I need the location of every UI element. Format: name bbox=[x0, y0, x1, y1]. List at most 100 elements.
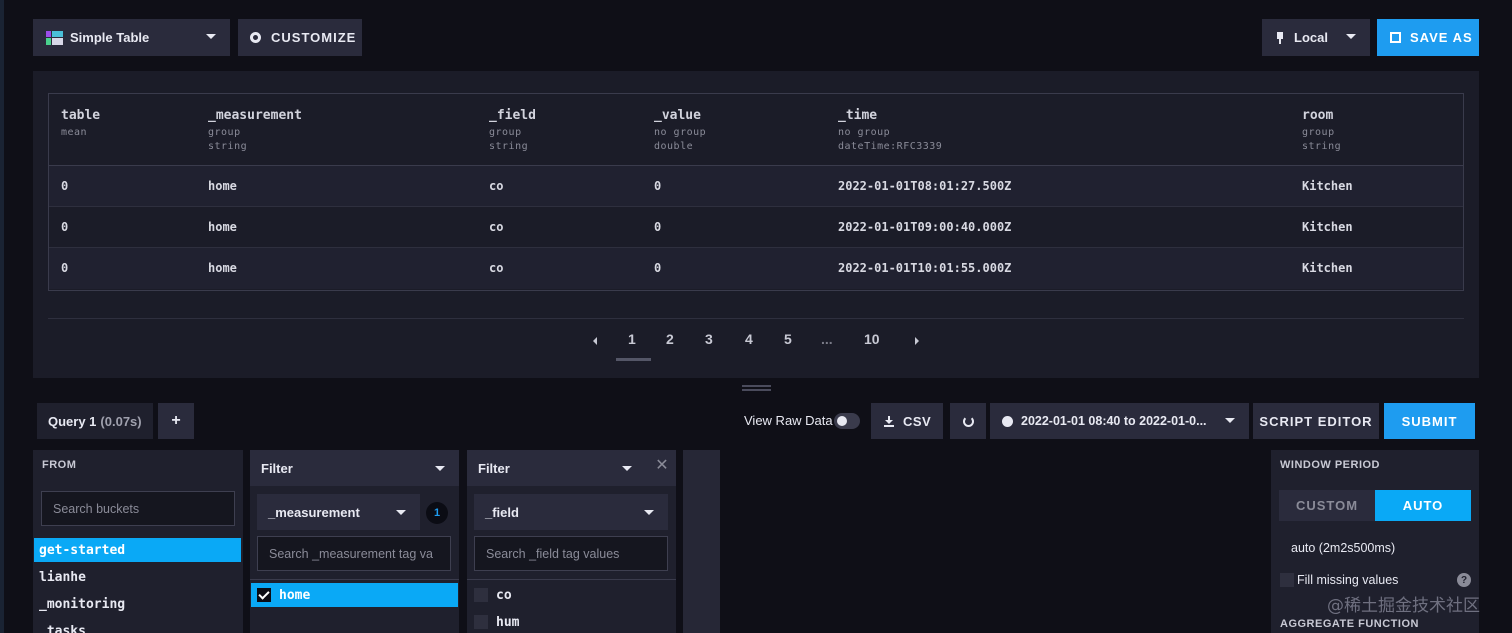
chevron-down-icon bbox=[435, 466, 445, 471]
table-cell: Kitchen bbox=[1302, 179, 1353, 193]
filter-function-dropdown[interactable]: Filter bbox=[467, 450, 676, 486]
close-icon[interactable]: ✕ bbox=[655, 458, 669, 474]
search-measurement-input[interactable]: Search _measurement tag va bbox=[257, 536, 451, 571]
search-buckets-input[interactable]: Search buckets bbox=[41, 491, 235, 526]
page-button[interactable]: 1 bbox=[628, 331, 636, 347]
refresh-button[interactable] bbox=[950, 403, 986, 439]
table-cell: 0 bbox=[654, 261, 662, 275]
view-raw-data-toggle[interactable] bbox=[834, 413, 860, 429]
timezone-label: Local bbox=[1294, 30, 1328, 45]
column-header-name[interactable]: _value bbox=[654, 108, 701, 123]
csv-download-button[interactable]: CSV bbox=[871, 403, 943, 439]
column-group-label: group bbox=[208, 127, 241, 138]
table-icon bbox=[46, 31, 63, 45]
chevron-left-icon[interactable] bbox=[593, 337, 597, 345]
table-cell: Kitchen bbox=[1302, 220, 1353, 234]
tag-value-label: co bbox=[496, 587, 512, 603]
chevron-right-icon[interactable] bbox=[915, 337, 919, 345]
page-button[interactable]: 3 bbox=[705, 331, 713, 347]
column-group-label: no group bbox=[838, 127, 891, 138]
window-period-auto-button[interactable]: AUTO bbox=[1375, 490, 1471, 521]
column-header-name[interactable]: _measurement bbox=[208, 108, 302, 123]
chevron-down-icon bbox=[1346, 34, 1356, 39]
tag-key-dropdown[interactable]: _field bbox=[474, 494, 668, 530]
table-cell: 0 bbox=[61, 220, 69, 234]
table-cell: 2022-01-01T09:00:40.000Z bbox=[838, 220, 1012, 234]
download-icon bbox=[884, 415, 894, 427]
refresh-icon bbox=[962, 415, 974, 427]
filter-title: Filter bbox=[478, 460, 510, 476]
from-title: FROM bbox=[42, 459, 77, 471]
query-tab[interactable]: Query 1 (0.07s) bbox=[37, 403, 153, 439]
submit-button[interactable]: SUBMIT bbox=[1384, 403, 1475, 439]
chevron-down-icon bbox=[644, 510, 654, 515]
table-cell: co bbox=[489, 179, 504, 193]
tag-value-item[interactable]: hum bbox=[468, 610, 675, 633]
add-query-button[interactable]: + bbox=[158, 403, 194, 439]
column-type-label: dateTime:RFC3339 bbox=[838, 141, 943, 152]
tag-value-item[interactable]: co bbox=[468, 583, 675, 607]
empty-builder-column bbox=[683, 450, 720, 633]
filter-function-dropdown[interactable]: Filter bbox=[250, 450, 459, 486]
fill-missing-checkbox[interactable] bbox=[1280, 573, 1294, 587]
column-type-label: string bbox=[1302, 141, 1342, 152]
export-icon bbox=[1390, 32, 1401, 43]
chevron-down-icon bbox=[206, 34, 216, 39]
column-group-label: group bbox=[1302, 127, 1335, 138]
table-row: 0 home co 0 2022-01-01T10:01:55.000Z Kitchen bbox=[49, 248, 1463, 289]
table-cell: Kitchen bbox=[1302, 261, 1353, 275]
column-type-label: string bbox=[489, 141, 529, 152]
tag-value-item[interactable]: home bbox=[251, 583, 458, 607]
window-period-custom-button[interactable]: CUSTOM bbox=[1279, 490, 1375, 521]
page-button[interactable]: 10 bbox=[864, 331, 880, 347]
checkbox[interactable] bbox=[474, 615, 488, 629]
active-page-indicator bbox=[616, 358, 651, 361]
column-header-name[interactable]: _field bbox=[489, 108, 536, 123]
page-button[interactable]: 5 bbox=[784, 331, 792, 347]
divider bbox=[467, 579, 676, 580]
table-cell: home bbox=[208, 261, 237, 275]
column-header-name[interactable]: _time bbox=[838, 108, 877, 123]
visualization-type-dropdown[interactable]: Simple Table bbox=[33, 19, 230, 56]
search-field-input[interactable]: Search _field tag values bbox=[474, 536, 668, 571]
table-row: 0 home co 0 2022-01-01T08:01:27.500Z Kitchen bbox=[49, 166, 1463, 207]
column-group-label: mean bbox=[61, 127, 88, 138]
table-cell: home bbox=[208, 220, 237, 234]
pager-divider bbox=[48, 318, 1464, 319]
window-period-title: WINDOW PERIOD bbox=[1280, 459, 1380, 471]
help-icon[interactable]: ? bbox=[1457, 573, 1471, 587]
table-cell: 2022-01-01T08:01:27.500Z bbox=[838, 179, 1012, 193]
page-button[interactable]: 2 bbox=[666, 331, 674, 347]
customize-button[interactable]: CUSTOMIZE bbox=[238, 19, 362, 56]
visualization-label: Simple Table bbox=[70, 30, 150, 45]
time-range-dropdown[interactable]: 2022-01-01 08:40 to 2022-01-0... bbox=[990, 403, 1249, 439]
resize-handle[interactable] bbox=[742, 385, 771, 391]
column-header-name[interactable]: room bbox=[1302, 108, 1333, 123]
bucket-item[interactable]: _tasks bbox=[34, 619, 241, 633]
bucket-item[interactable]: get-started bbox=[34, 538, 241, 562]
left-edge-strip bbox=[0, 0, 4, 633]
page-button[interactable]: 4 bbox=[745, 331, 753, 347]
column-header-name[interactable]: table bbox=[61, 108, 100, 123]
save-as-button[interactable]: SAVE AS bbox=[1377, 19, 1479, 56]
table-cell: 2022-01-01T10:01:55.000Z bbox=[838, 261, 1012, 275]
pin-icon bbox=[1276, 31, 1284, 44]
save-as-label: SAVE AS bbox=[1410, 30, 1473, 45]
table-cell: 0 bbox=[654, 179, 662, 193]
table-row: 0 home co 0 2022-01-01T09:00:40.000Z Kitchen bbox=[49, 207, 1463, 248]
chevron-down-icon bbox=[622, 466, 632, 471]
script-editor-button[interactable]: SCRIPT EDITOR bbox=[1253, 403, 1379, 439]
timezone-dropdown[interactable]: Local bbox=[1262, 19, 1370, 56]
bucket-item[interactable]: _monitoring bbox=[34, 592, 241, 616]
filter-card-measurement: Filter _measurement 1 Search _measuremen… bbox=[250, 450, 459, 633]
table-cell: 0 bbox=[654, 220, 662, 234]
tag-key-dropdown[interactable]: _measurement bbox=[257, 494, 420, 530]
checkbox[interactable] bbox=[474, 588, 488, 602]
clock-icon bbox=[1002, 415, 1013, 427]
bucket-item[interactable]: lianhe bbox=[34, 565, 241, 589]
query-tab-time: (0.07s) bbox=[100, 413, 142, 429]
page-ellipsis: ... bbox=[821, 331, 833, 347]
checkbox-checked[interactable] bbox=[257, 588, 271, 602]
table-cell: 0 bbox=[61, 261, 69, 275]
results-table: table mean _measurementgroup string _fieldgr… bbox=[48, 93, 1464, 291]
